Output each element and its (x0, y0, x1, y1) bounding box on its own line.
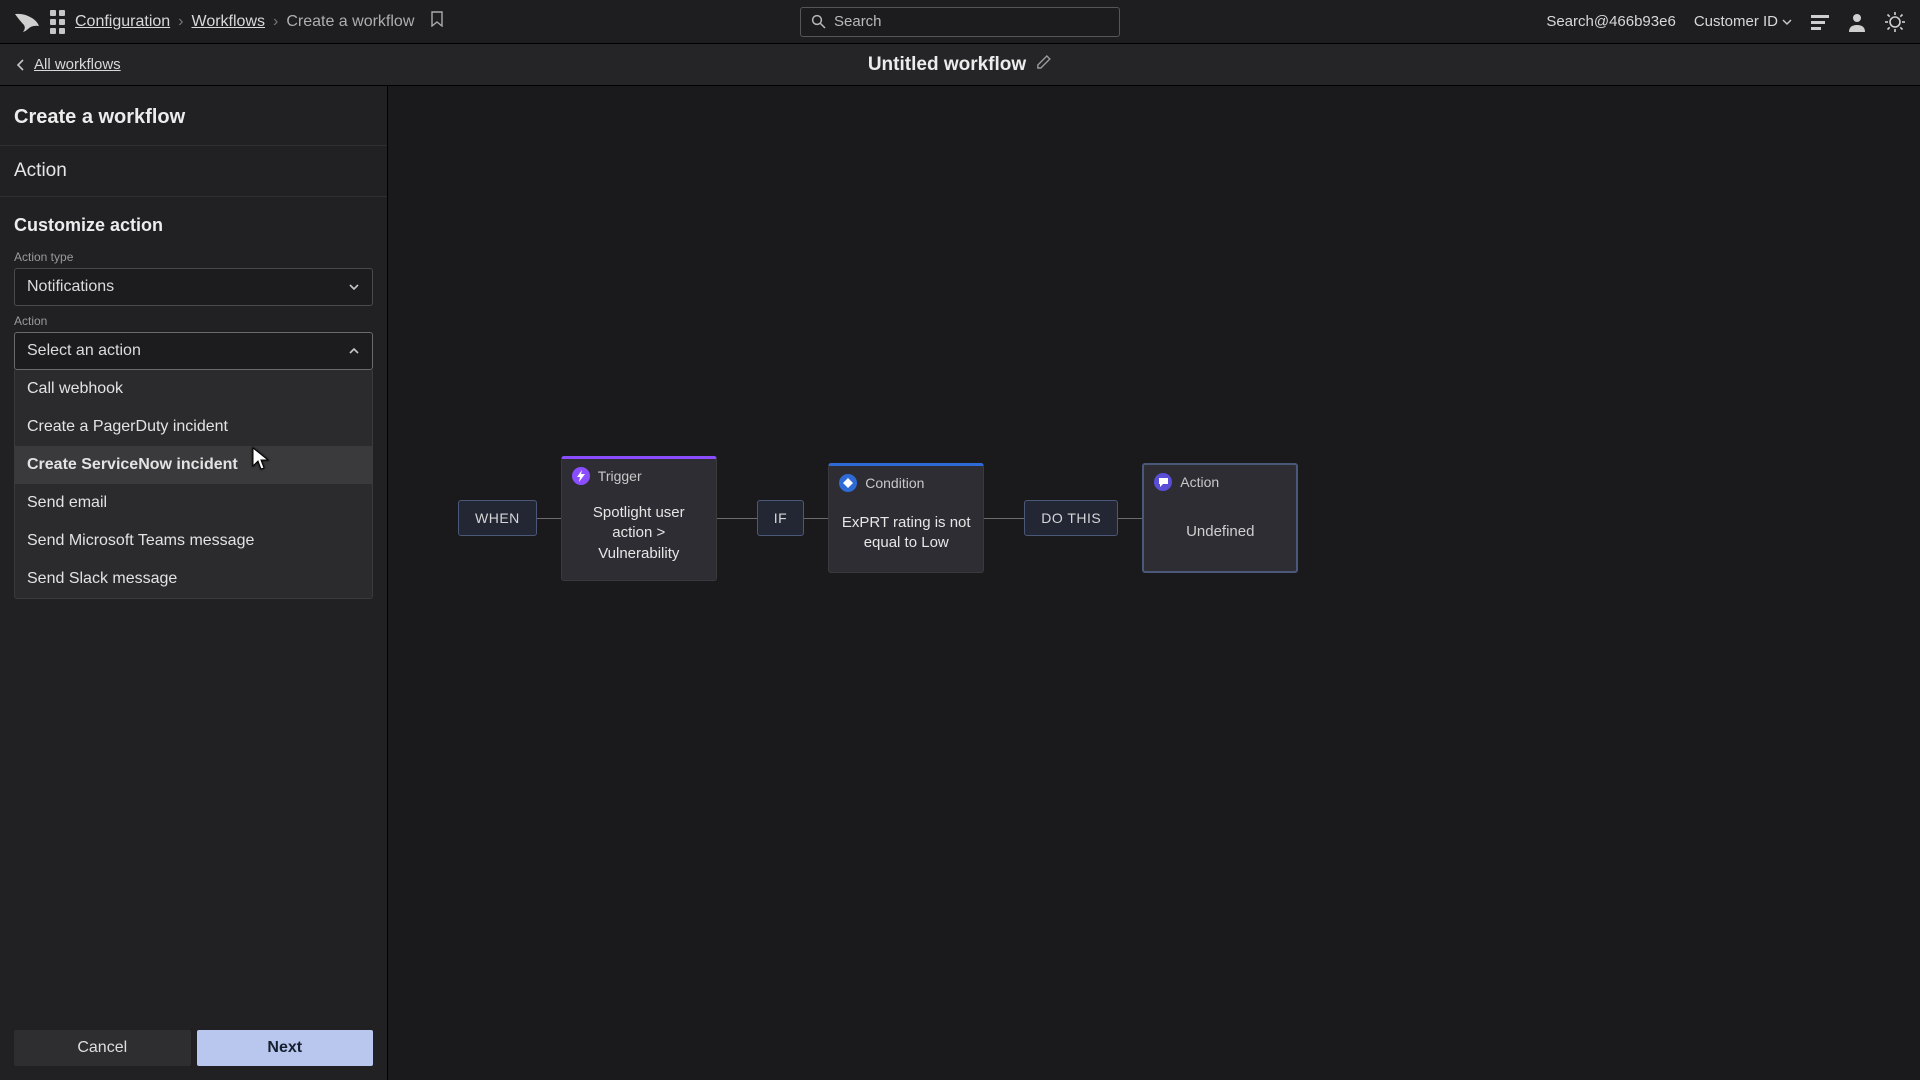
condition-node[interactable]: Condition ExPRT rating is not equal to L… (828, 463, 984, 573)
sidebar-heading: Create a workflow (0, 86, 387, 146)
user-icon[interactable] (1848, 12, 1866, 32)
breadcrumb-workflows[interactable]: Workflows (192, 13, 266, 31)
action-opt-slack[interactable]: Send Slack message (15, 560, 372, 598)
search-icon (811, 14, 826, 29)
chevron-up-icon (348, 345, 360, 357)
next-button[interactable]: Next (197, 1030, 374, 1066)
condition-node-body: ExPRT rating is not equal to Low (829, 498, 983, 572)
cancel-button[interactable]: Cancel (14, 1030, 191, 1066)
edit-title-icon[interactable] (1036, 54, 1052, 75)
action-dropdown: Call webhook Create a PagerDuty incident… (14, 370, 373, 599)
workflow-title: Untitled workflow (868, 54, 1026, 76)
bookmark-icon[interactable] (430, 11, 444, 32)
if-tag: IF (757, 500, 804, 536)
chevron-right-icon: › (178, 13, 183, 31)
bolt-icon (572, 467, 590, 485)
action-opt-teams[interactable]: Send Microsoft Teams message (15, 522, 372, 560)
global-search[interactable]: Search (800, 7, 1120, 37)
queue-icon[interactable] (1810, 13, 1830, 31)
action-node[interactable]: Action Undefined (1142, 463, 1298, 573)
chevron-down-icon (348, 281, 360, 293)
brand-logo-icon[interactable] (14, 11, 40, 33)
back-to-workflows[interactable]: All workflows (14, 56, 121, 73)
sub-bar: All workflows Untitled workflow (0, 44, 1920, 86)
breadcrumb-configuration[interactable]: Configuration (75, 13, 170, 31)
customer-id-menu[interactable]: Customer ID (1694, 13, 1792, 30)
action-opt-webhook[interactable]: Call webhook (15, 370, 372, 408)
config-sidebar: Create a workflow Action Customize actio… (0, 86, 388, 1080)
when-tag: WHEN (458, 500, 537, 536)
action-type-select[interactable]: Notifications (14, 268, 373, 306)
breadcrumb-current: Create a workflow (286, 13, 414, 31)
apps-menu-icon[interactable] (50, 10, 65, 34)
chevron-right-icon: › (273, 13, 278, 31)
action-opt-servicenow[interactable]: Create ServiceNow incident (15, 446, 372, 484)
arrow-left-icon (14, 58, 28, 72)
account-label: Search@466b93e6 (1546, 13, 1676, 30)
action-node-body: Undefined (1144, 497, 1296, 571)
workflow-canvas[interactable]: WHEN Trigger Spotlight user action > Vul… (388, 86, 1920, 1080)
chevron-down-icon (1782, 17, 1792, 27)
chat-icon (1154, 473, 1172, 491)
search-placeholder: Search (834, 13, 882, 30)
sidebar-section: Customize action (0, 197, 387, 242)
do-this-tag: DO THIS (1024, 500, 1118, 536)
sidebar-step: Action (0, 146, 387, 197)
action-opt-pagerduty[interactable]: Create a PagerDuty incident (15, 408, 372, 446)
branch-icon (839, 474, 857, 492)
theme-icon[interactable] (1884, 11, 1906, 33)
action-type-label: Action type (14, 250, 373, 264)
breadcrumb: Configuration › Workflows › Create a wor… (75, 13, 414, 31)
trigger-node-body: Spotlight user action > Vulnerability (562, 491, 716, 580)
action-label: Action (14, 314, 373, 328)
top-bar: Configuration › Workflows › Create a wor… (0, 0, 1920, 44)
action-select[interactable]: Select an action (14, 332, 373, 370)
trigger-node[interactable]: Trigger Spotlight user action > Vulnerab… (561, 456, 717, 581)
action-opt-email[interactable]: Send email (15, 484, 372, 522)
